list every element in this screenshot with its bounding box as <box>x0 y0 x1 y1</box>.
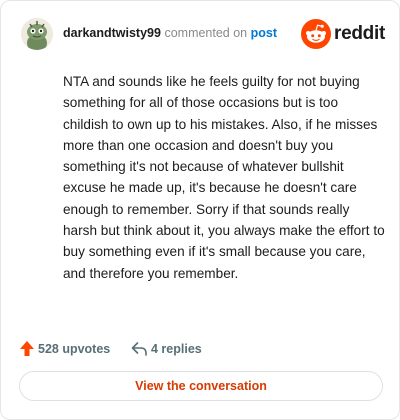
comment-header: darkandtwisty99 commented on post reddit <box>21 18 385 52</box>
brand-wordmark: reddit <box>334 23 385 44</box>
author-name[interactable]: darkandtwisty99 <box>63 26 161 40</box>
upvote-arrow-icon <box>20 341 34 356</box>
upvote-count: 528 upvotes <box>38 342 111 356</box>
author-line: darkandtwisty99 commented on post <box>63 26 277 40</box>
avatar[interactable] <box>21 18 53 50</box>
reddit-brand[interactable]: reddit <box>301 19 385 49</box>
comment-card: darkandtwisty99 commented on post reddit… <box>0 0 400 420</box>
reply-arrow-icon <box>131 342 147 356</box>
reddit-logo-icon <box>301 19 331 49</box>
snoo-avatar-icon <box>21 18 53 50</box>
view-conversation-button[interactable]: View the conversation <box>19 371 383 401</box>
comment-body: NTA and sounds like he feels guilty for … <box>63 74 385 281</box>
reply-count: 4 replies <box>151 342 202 356</box>
post-link[interactable]: post <box>251 26 277 40</box>
comment-footer: 528 upvotes 4 replies <box>19 339 319 359</box>
action-text: commented on <box>164 26 248 40</box>
